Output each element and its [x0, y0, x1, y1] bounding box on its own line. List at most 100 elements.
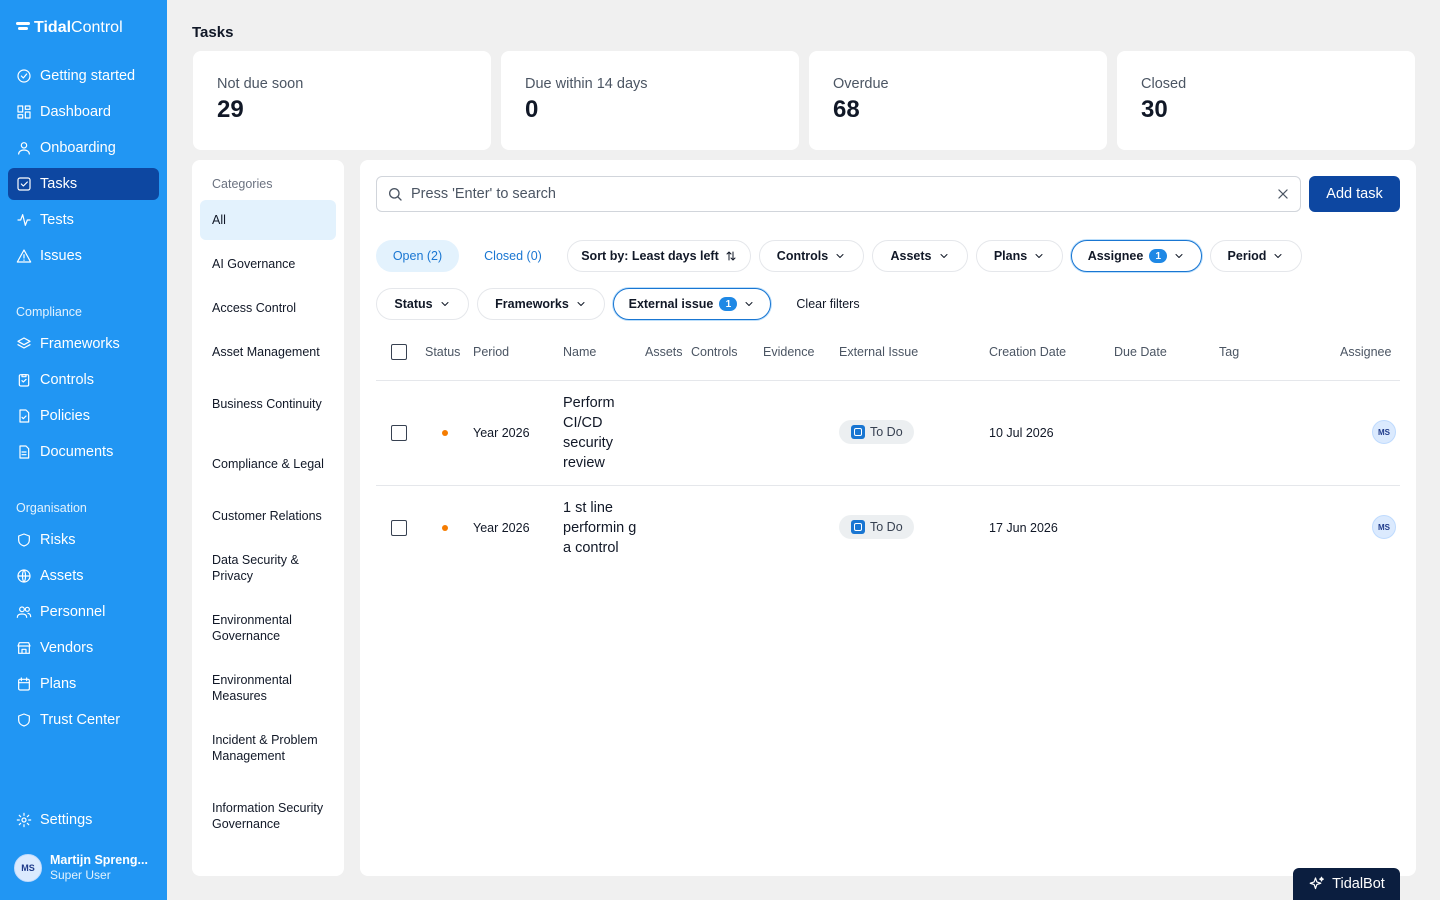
filter-assignee[interactable]: Assignee 1 — [1071, 240, 1202, 272]
category-business-continuity[interactable]: Business Continuity — [200, 376, 336, 432]
jira-icon — [851, 520, 865, 534]
clear-search-icon[interactable] — [1276, 187, 1290, 201]
assignee-avatar[interactable]: MS — [1372, 420, 1396, 444]
tab-label: Open (2) — [392, 249, 443, 263]
nav-label: Vendors — [40, 640, 94, 656]
filter-plans[interactable]: Plans — [976, 240, 1063, 272]
external-issue-badge[interactable]: To Do — [839, 420, 914, 444]
logo-text: Control — [71, 19, 123, 36]
nav-getting-started[interactable]: Getting started — [8, 60, 159, 92]
user-profile[interactable]: MS Martijn Spreng... Super User — [14, 852, 148, 883]
chevron-down-icon — [1274, 254, 1282, 258]
column-header-assignee[interactable]: Assignee — [1340, 345, 1391, 359]
nav-personnel[interactable]: Personnel — [8, 596, 159, 628]
category-asset-management[interactable]: Asset Management — [200, 332, 336, 372]
filter-count-badge: 1 — [719, 297, 738, 311]
column-header-status[interactable]: Status — [425, 345, 460, 359]
nav-frameworks[interactable]: Frameworks — [8, 328, 159, 360]
filter-count-badge: 1 — [1149, 249, 1168, 263]
row-checkbox[interactable] — [391, 425, 407, 441]
clear-filters-label: Clear filters — [796, 297, 860, 311]
sidebar: Tidal Control Getting started Dashboard O… — [0, 0, 167, 900]
tab-open[interactable]: Open (2) — [376, 240, 459, 272]
clipboard-icon — [16, 372, 32, 388]
stat-card-overdue[interactable]: Overdue 68 — [809, 51, 1107, 150]
filter-label: Plans — [993, 249, 1028, 263]
column-header-evidence[interactable]: Evidence — [763, 345, 814, 359]
filter-assets[interactable]: Assets — [872, 240, 968, 272]
category-all[interactable]: All — [200, 200, 336, 240]
clear-filters-button[interactable]: Clear filters — [779, 288, 877, 320]
column-header-creation-date[interactable]: Creation Date — [989, 345, 1066, 359]
stat-value: 29 — [217, 96, 244, 123]
filter-external-issue[interactable]: External issue 1 — [613, 288, 771, 320]
search-input[interactable] — [411, 186, 1268, 202]
globe-icon — [16, 568, 32, 584]
sparkle-icon — [1309, 876, 1325, 890]
nav-documents[interactable]: Documents — [8, 436, 159, 468]
column-header-assets[interactable]: Assets — [645, 345, 683, 359]
sort-dropdown[interactable]: Sort by: Least days left — [567, 240, 751, 272]
nav-label: Dashboard — [40, 104, 111, 120]
filter-controls[interactable]: Controls — [759, 240, 864, 272]
category-access-control[interactable]: Access Control — [200, 288, 336, 328]
nav-issues[interactable]: Issues — [8, 240, 159, 272]
column-header-due-date[interactable]: Due Date — [1114, 345, 1167, 359]
user-icon — [16, 140, 32, 156]
add-task-button[interactable]: Add task — [1309, 176, 1400, 212]
tidalbot-button[interactable]: TidalBot — [1293, 868, 1400, 900]
filter-status[interactable]: Status — [376, 288, 469, 320]
grid-icon — [16, 104, 32, 120]
column-header-name[interactable]: Name — [563, 345, 596, 359]
chevron-down-icon — [441, 302, 449, 306]
select-all-checkbox[interactable] — [391, 344, 407, 360]
nav-onboarding[interactable]: Onboarding — [8, 132, 159, 164]
nav-vendors[interactable]: Vendors — [8, 632, 159, 664]
category-customer-relations[interactable]: Customer Relations — [200, 496, 336, 536]
nav-dashboard[interactable]: Dashboard — [8, 96, 159, 128]
category-environmental-measures[interactable]: Environmental Measures — [200, 660, 336, 716]
logo[interactable]: Tidal Control — [16, 18, 123, 38]
nav-trust-center[interactable]: Trust Center — [8, 704, 159, 736]
row-task-name[interactable]: 1 st line performin g a control — [563, 498, 643, 558]
category-incident-problem-management[interactable]: Incident & Problem Management — [200, 720, 336, 776]
column-header-controls[interactable]: Controls — [691, 345, 738, 359]
shield-icon — [16, 532, 32, 548]
row-task-name[interactable]: Perform CI/CD security review — [563, 393, 643, 473]
stat-card-closed[interactable]: Closed 30 — [1117, 51, 1415, 150]
external-issue-badge[interactable]: To Do — [839, 515, 914, 539]
logo-icon — [16, 22, 30, 34]
tab-label: Closed (0) — [484, 249, 542, 263]
row-creation-date: 10 Jul 2026 — [989, 426, 1054, 440]
row-checkbox[interactable] — [391, 520, 407, 536]
nav-settings[interactable]: Settings — [8, 804, 159, 836]
nav-tasks[interactable]: Tasks — [8, 168, 159, 200]
search-bar — [376, 176, 1301, 212]
nav-plans[interactable]: Plans — [8, 668, 159, 700]
filter-label: Frameworks — [495, 297, 569, 311]
nav-policies[interactable]: Policies — [8, 400, 159, 432]
column-header-tag[interactable]: Tag — [1219, 345, 1239, 359]
category-ai-governance[interactable]: AI Governance — [200, 244, 336, 284]
filter-period[interactable]: Period — [1210, 240, 1302, 272]
column-header-period[interactable]: Period — [473, 345, 509, 359]
chevron-down-icon — [1035, 254, 1043, 258]
category-environmental-governance[interactable]: Environmental Governance — [200, 600, 336, 656]
row-period: Year 2026 — [473, 521, 530, 535]
nav-tests[interactable]: Tests — [8, 204, 159, 236]
category-data-security-privacy[interactable]: Data Security & Privacy — [200, 540, 336, 596]
nav-risks[interactable]: Risks — [8, 524, 159, 556]
nav-label: Issues — [40, 248, 82, 264]
assignee-avatar[interactable]: MS — [1372, 515, 1396, 539]
category-information-security-governance[interactable]: Information Security Governance — [200, 780, 336, 852]
category-compliance-legal[interactable]: Compliance & Legal — [200, 436, 336, 492]
tab-closed[interactable]: Closed (0) — [467, 240, 559, 272]
categories-panel: Categories All AI Governance Access Cont… — [192, 160, 344, 876]
nav-assets[interactable]: Assets — [8, 560, 159, 592]
nav-controls[interactable]: Controls — [8, 364, 159, 396]
external-issue-status: To Do — [870, 520, 903, 534]
filter-frameworks[interactable]: Frameworks — [477, 288, 605, 320]
stat-card-due-within-14-days[interactable]: Due within 14 days 0 — [501, 51, 799, 150]
column-header-external-issue[interactable]: External Issue — [839, 345, 918, 359]
stat-card-not-due-soon[interactable]: Not due soon 29 — [193, 51, 491, 150]
